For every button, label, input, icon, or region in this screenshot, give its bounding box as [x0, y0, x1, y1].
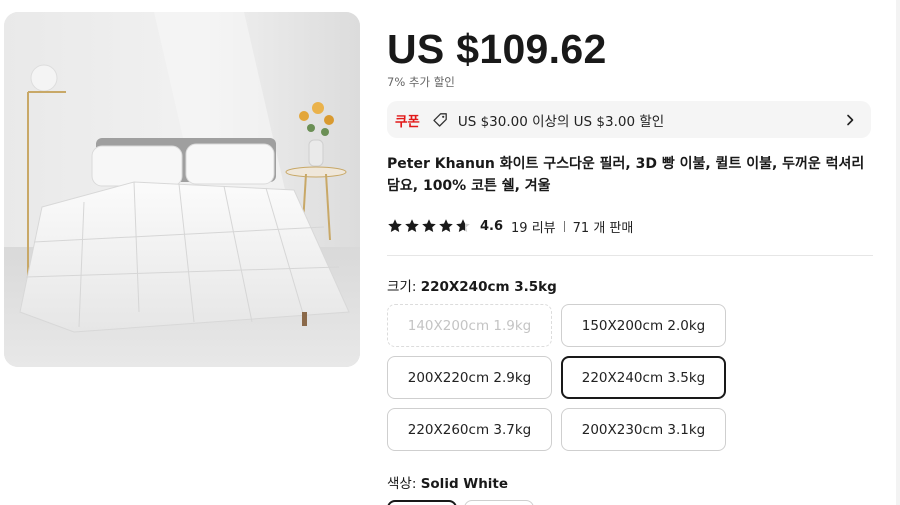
product-image[interactable]	[4, 12, 360, 367]
coupon-text: US $30.00 이상의 US $3.00 할인	[457, 113, 665, 130]
size-option-220x240[interactable]: 220X240cm 3.5kg	[561, 356, 726, 399]
star-icon	[404, 218, 420, 234]
size-options: 140X200cm 1.9kg 150X200cm 2.0kg 200X220c…	[387, 304, 727, 451]
review-count-link[interactable]: 19 리뷰	[511, 217, 556, 236]
separator	[563, 220, 565, 232]
size-label-key: 크기:	[387, 279, 417, 295]
size-label: 크기: 220X240cm 3.5kg	[387, 275, 557, 295]
rating-value: 4.6	[480, 218, 504, 234]
divider	[387, 255, 873, 256]
size-option-200x230[interactable]: 200X230cm 3.1kg	[561, 408, 726, 451]
color-swatch[interactable]	[464, 500, 534, 505]
coupon-label: 쿠폰	[395, 113, 420, 130]
star-rating	[387, 218, 471, 234]
product-title: Peter Khanun 화이트 구스다운 필러, 3D 빵 이불, 퀼트 이불…	[387, 156, 865, 194]
coupon-banner[interactable]: 쿠폰 US $30.00 이상의 US $3.00 할인	[387, 101, 871, 138]
rating-row: 4.6 19 리뷰 71 개 판매	[387, 216, 633, 236]
color-label-key: 색상:	[387, 476, 417, 492]
star-icon	[387, 218, 403, 234]
bed-photo-illustration	[4, 12, 360, 367]
star-icon	[421, 218, 437, 234]
chevron-right-icon	[843, 113, 857, 127]
size-option-220x260[interactable]: 220X260cm 3.7kg	[387, 408, 552, 451]
size-selected-value: 220X240cm 3.5kg	[420, 279, 557, 295]
sold-count: 71 개 판매	[572, 220, 634, 236]
color-swatch-selected[interactable]	[387, 500, 457, 505]
size-option-200x220[interactable]: 200X220cm 2.9kg	[387, 356, 552, 399]
extra-discount-text: 7% 추가 할인	[387, 75, 455, 89]
tag-icon	[432, 112, 448, 128]
star-icon	[438, 218, 454, 234]
scrollbar[interactable]	[896, 0, 900, 505]
star-half-icon	[455, 218, 471, 234]
product-page: US $109.62 7% 추가 할인 쿠폰 US $30.00 이상의 US …	[0, 0, 900, 505]
price: US $109.62	[387, 26, 607, 72]
color-selected-value: Solid White	[420, 476, 509, 492]
size-option-150x200[interactable]: 150X200cm 2.0kg	[561, 304, 726, 347]
color-label: 색상: Solid White	[387, 472, 508, 492]
size-option-140x200: 140X200cm 1.9kg	[387, 304, 552, 347]
